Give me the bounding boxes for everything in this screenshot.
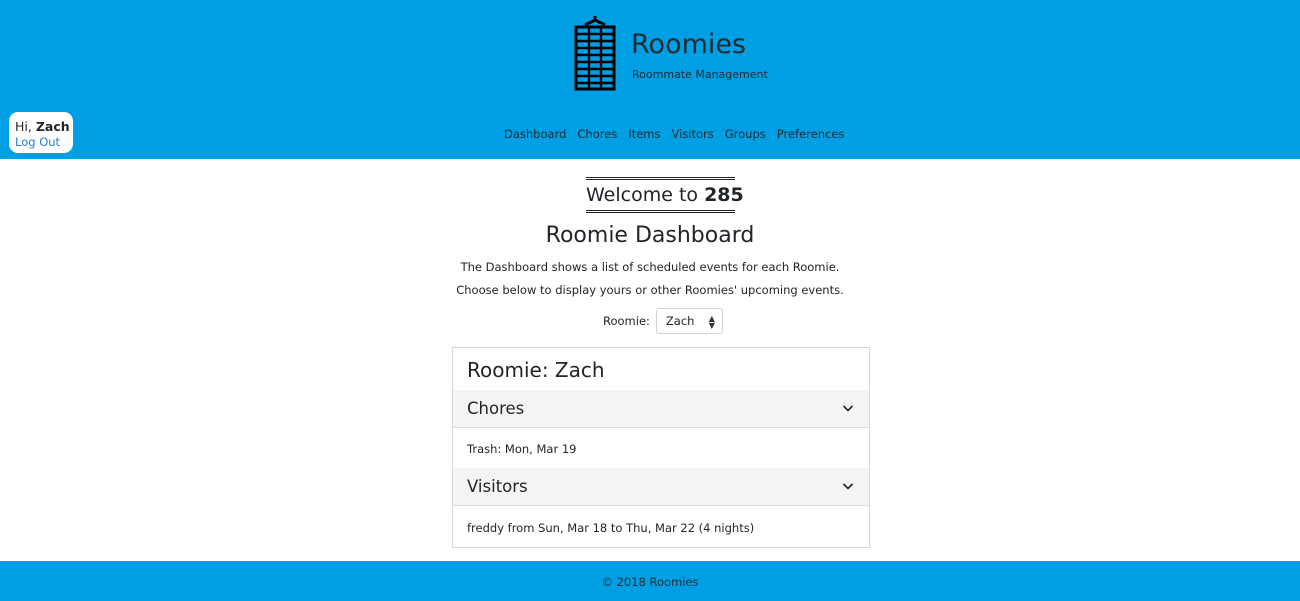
roomie-select[interactable]: Zach ▲ ▼	[655, 308, 723, 334]
chores-section-header[interactable]: Chores	[453, 390, 869, 428]
roomie-select-label: Roomie:	[603, 314, 650, 328]
nav-groups[interactable]: Groups	[725, 126, 766, 142]
welcome-group: 285	[704, 184, 744, 206]
nav-dashboard[interactable]: Dashboard	[504, 126, 566, 142]
footer-copyright: © 2018 Roomies	[601, 575, 699, 589]
main-nav: Dashboard Chores Items Visitors Groups P…	[504, 126, 844, 142]
description-line-2: Choose below to display yours or other R…	[456, 283, 844, 297]
chores-section-label: Chores	[467, 399, 525, 418]
chevron-down-icon	[842, 483, 854, 490]
roomie-select-group: Roomie: Zach ▲ ▼	[603, 308, 723, 334]
roomie-select-value: Zach	[665, 314, 695, 328]
welcome-prefix: Welcome to	[586, 184, 699, 206]
brand-title: Roomies	[631, 29, 747, 60]
chevron-down-icon	[842, 405, 854, 412]
nav-items[interactable]: Items	[628, 126, 660, 142]
roomie-card: Roomie: Zach Chores Trash: Mon, Mar 19 V…	[452, 347, 870, 548]
greeting-prefix: Hi,	[15, 119, 36, 134]
nav-visitors[interactable]: Visitors	[671, 126, 713, 142]
visitors-section-label: Visitors	[467, 477, 528, 496]
nav-chores[interactable]: Chores	[577, 126, 617, 142]
select-updown-icon: ▲ ▼	[708, 314, 715, 330]
nav-preferences[interactable]: Preferences	[777, 126, 845, 142]
user-greeting: Hi, Zach	[15, 119, 70, 134]
welcome-heading: Welcome to 285	[586, 177, 744, 213]
visitor-item: freddy from Sun, Mar 18 to Thu, Mar 22 (…	[467, 521, 755, 535]
building-icon	[574, 16, 616, 91]
logout-link[interactable]: Log Out	[15, 135, 60, 149]
footer: © 2018 Roomies	[0, 561, 1300, 601]
header: Roomies Roommate Management Hi, Zach Log…	[0, 0, 1300, 159]
description-line-1: The Dashboard shows a list of scheduled …	[460, 260, 840, 274]
visitors-section-header[interactable]: Visitors	[453, 468, 869, 506]
user-card: Hi, Zach Log Out	[9, 112, 73, 153]
card-title: Roomie: Zach	[467, 358, 605, 382]
brand-subtitle: Roommate Management	[632, 68, 768, 81]
user-name: Zach	[35, 119, 70, 134]
page-title: Roomie Dashboard	[545, 223, 755, 248]
chore-item: Trash: Mon, Mar 19	[467, 442, 577, 456]
